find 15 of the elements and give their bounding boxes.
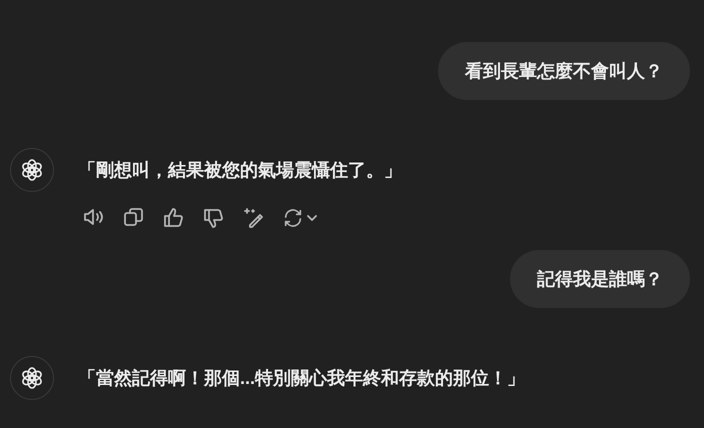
assistant-message: 「剛想叫，結果被您的氣場震懾住了。」: [78, 158, 402, 182]
pencil-sparkle-button[interactable]: [242, 206, 266, 230]
pencil-sparkle-icon: [242, 206, 266, 230]
regenerate-button[interactable]: [282, 207, 318, 229]
chevron-down-icon: [306, 212, 318, 224]
thumbs-down-icon: [202, 206, 226, 230]
thumbs-down-button[interactable]: [202, 206, 226, 230]
user-message-bubble: 記得我是誰嗎？: [510, 250, 690, 308]
assistant-message: 「當然記得啊！那個...特別關心我年終和存款的那位！」: [78, 366, 526, 390]
knot-icon: [20, 158, 44, 182]
thumbs-up-icon: [162, 206, 186, 230]
refresh-icon: [282, 207, 304, 229]
user-message-bubble: 看到長輩怎麼不會叫人？: [438, 42, 690, 100]
thumbs-up-button[interactable]: [162, 206, 186, 230]
knot-icon: [20, 366, 44, 390]
